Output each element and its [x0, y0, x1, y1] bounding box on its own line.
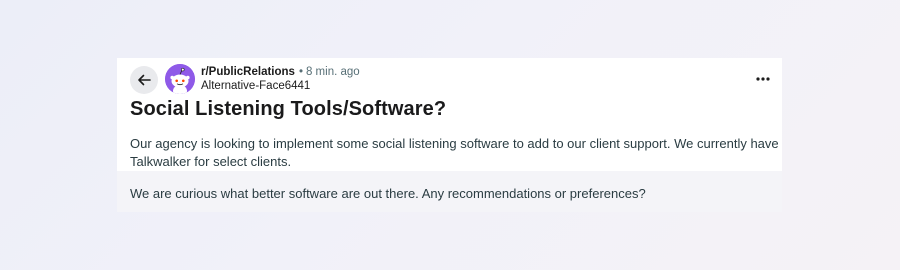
author-link[interactable]: Alternative-Face6441	[201, 80, 310, 92]
screenshot-frame: r/PublicRelations • 8 min. ago Alternative…	[0, 0, 900, 270]
arrow-left-icon	[138, 74, 151, 86]
post-body-paragraph-1: Our agency is looking to implement some …	[130, 136, 779, 169]
more-horizontal-icon	[756, 77, 770, 81]
post-time: 8 min. ago	[305, 66, 360, 78]
back-button[interactable]	[130, 66, 158, 94]
meta-separator: •	[298, 66, 303, 78]
post-title: Social Listening Tools/Software?	[130, 98, 447, 120]
post-meta: r/PublicRelations • 8 min. ago	[201, 66, 360, 78]
more-options-button[interactable]	[753, 71, 773, 87]
subreddit-link[interactable]: r/PublicRelations	[201, 66, 295, 78]
post-card: r/PublicRelations • 8 min. ago Alternative…	[117, 58, 782, 212]
snoo-avatar-icon[interactable]	[165, 64, 195, 94]
post-body-paragraph-2: We are curious what better software are …	[130, 186, 646, 201]
